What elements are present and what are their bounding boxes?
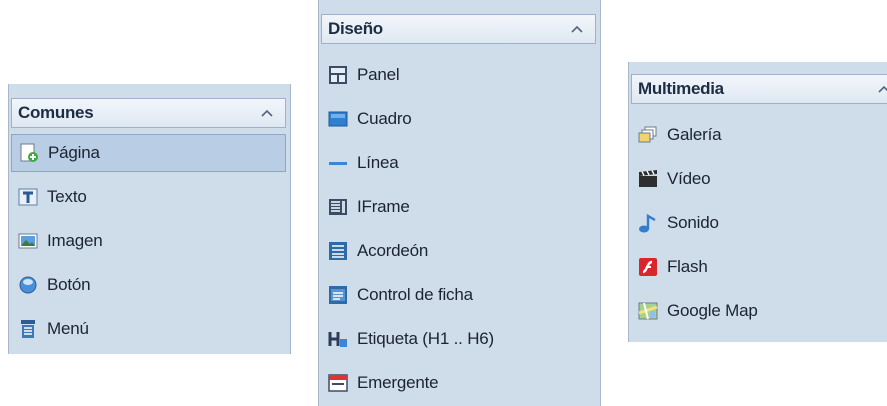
multimedia-item-galeria[interactable]: Galería <box>631 116 887 154</box>
heading-icon <box>327 328 349 350</box>
comunes-item-texto[interactable]: Texto <box>11 178 286 216</box>
comunes-item-pagina[interactable]: Página <box>11 134 286 172</box>
diseno-item-label: Acordeón <box>357 241 429 260</box>
multimedia-item-label: Google Map <box>667 301 758 320</box>
box-icon <box>327 108 349 130</box>
flash-icon <box>637 256 659 278</box>
diseno-item-acordeon[interactable]: Acordeón <box>321 232 596 270</box>
diseno-item-label: Cuadro <box>357 109 412 128</box>
comunes-item-label: Menú <box>47 319 89 338</box>
diseno-item-label: Control de ficha <box>357 285 473 304</box>
sound-icon <box>637 212 659 234</box>
comunes-title: Comunes <box>18 103 94 122</box>
diseno-item-emergente[interactable]: Emergente <box>321 364 596 402</box>
comunes-item-imagen[interactable]: Imagen <box>11 222 286 260</box>
multimedia-header[interactable]: Multimedia <box>631 74 887 104</box>
multimedia-item-label: Sonido <box>667 213 719 232</box>
chevron-up-icon[interactable] <box>259 105 275 121</box>
multimedia-item-label: Flash <box>667 257 708 276</box>
tab-control-icon <box>327 284 349 306</box>
multimedia-item-sonido[interactable]: Sonido <box>631 204 887 242</box>
iframe-icon <box>327 196 349 218</box>
diseno-item-label: IFrame <box>357 197 410 216</box>
diseno-item-cuadro[interactable]: Cuadro <box>321 100 596 138</box>
text-icon <box>17 186 39 208</box>
diseno-panel: Diseño Panel Cuadro Línea IFrame Acordeó… <box>318 0 601 406</box>
menu-icon <box>17 318 39 340</box>
diseno-item-label: Línea <box>357 153 399 172</box>
button-icon <box>17 274 39 296</box>
comunes-item-label: Imagen <box>47 231 103 250</box>
image-icon <box>17 230 39 252</box>
accordion-icon <box>327 240 349 262</box>
comunes-header[interactable]: Comunes <box>11 98 286 128</box>
comunes-item-label: Texto <box>47 187 87 206</box>
diseno-item-label: Emergente <box>357 373 439 392</box>
page-add-icon <box>18 142 40 164</box>
diseno-title: Diseño <box>328 19 383 38</box>
panel-icon <box>327 64 349 86</box>
comunes-item-menu[interactable]: Menú <box>11 310 286 348</box>
chevron-up-icon[interactable] <box>569 21 585 37</box>
multimedia-item-label: Galería <box>667 125 722 144</box>
diseno-item-label: Panel <box>357 65 400 84</box>
multimedia-title: Multimedia <box>638 79 724 98</box>
diseno-item-etiqueta[interactable]: Etiqueta (H1 .. H6) <box>321 320 596 358</box>
multimedia-item-label: Vídeo <box>667 169 711 188</box>
line-icon <box>327 152 349 174</box>
comunes-item-label: Botón <box>47 275 91 294</box>
multimedia-panel: Multimedia Galería Vídeo Sonido Flash Go… <box>628 62 887 342</box>
popup-icon <box>327 372 349 394</box>
comunes-item-boton[interactable]: Botón <box>11 266 286 304</box>
multimedia-item-flash[interactable]: Flash <box>631 248 887 286</box>
multimedia-item-google-map[interactable]: Google Map <box>631 292 887 330</box>
comunes-item-label: Página <box>48 143 100 162</box>
google-map-icon <box>637 300 659 322</box>
diseno-header[interactable]: Diseño <box>321 14 596 44</box>
comunes-panel: Comunes Página Texto Imagen Botón Menú <box>8 84 291 354</box>
chevron-up-icon[interactable] <box>876 81 887 97</box>
diseno-item-label: Etiqueta (H1 .. H6) <box>357 329 494 348</box>
gallery-icon <box>637 124 659 146</box>
video-icon <box>637 168 659 190</box>
diseno-item-panel[interactable]: Panel <box>321 56 596 94</box>
multimedia-item-video[interactable]: Vídeo <box>631 160 887 198</box>
diseno-item-linea[interactable]: Línea <box>321 144 596 182</box>
diseno-item-iframe[interactable]: IFrame <box>321 188 596 226</box>
diseno-item-control-de-ficha[interactable]: Control de ficha <box>321 276 596 314</box>
